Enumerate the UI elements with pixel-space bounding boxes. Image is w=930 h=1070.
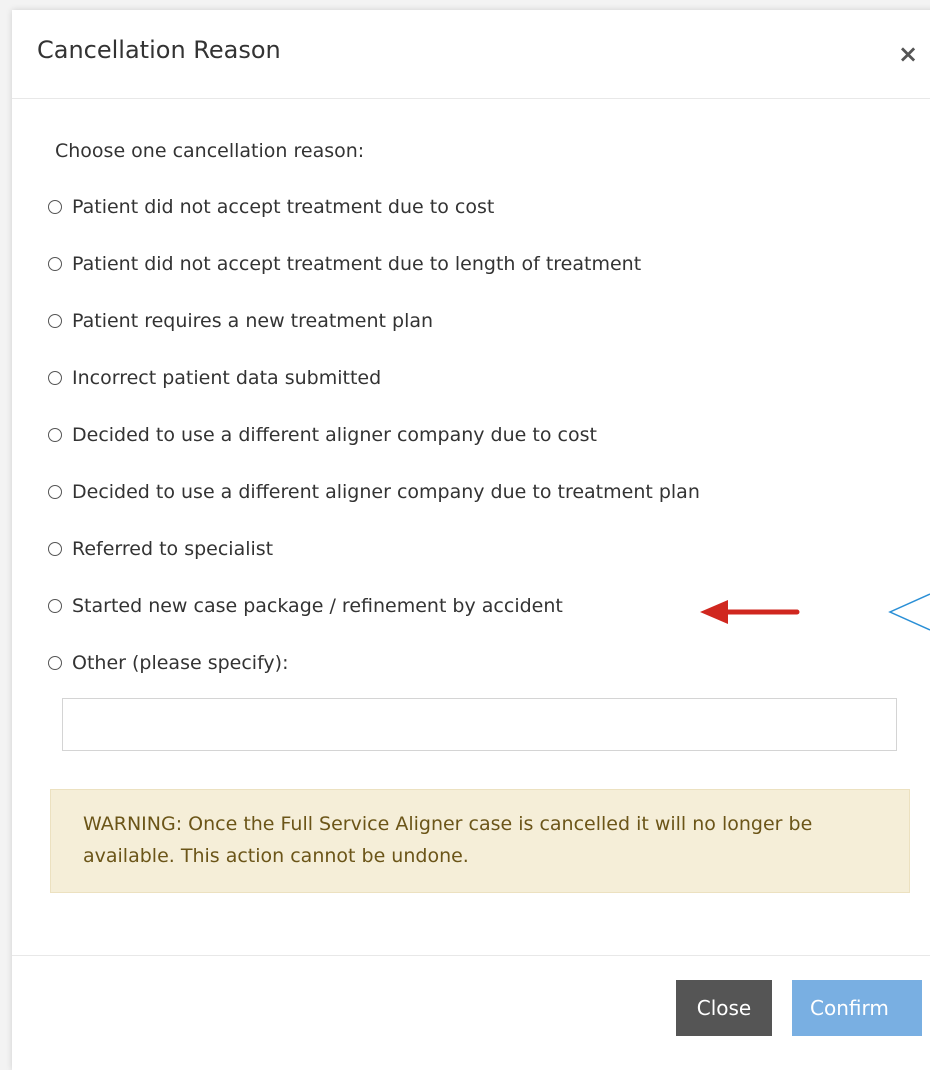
confirm-button[interactable]: Confirm [792, 980, 922, 1036]
option-length-of-treatment[interactable]: Patient did not accept treatment due to … [48, 253, 641, 275]
radio-button[interactable] [48, 428, 62, 442]
close-button[interactable]: Close [676, 980, 772, 1036]
radio-button[interactable] [48, 200, 62, 214]
radio-button[interactable] [48, 542, 62, 556]
option-new-treatment-plan[interactable]: Patient requires a new treatment plan [48, 310, 433, 332]
radio-button[interactable] [48, 656, 62, 670]
footer-divider [12, 955, 930, 956]
option-label: Other (please specify): [72, 652, 289, 674]
dialog-header: Cancellation Reason × [12, 10, 930, 99]
option-other[interactable]: Other (please specify): [48, 652, 289, 674]
option-label: Patient requires a new treatment plan [72, 310, 434, 332]
option-label: Patient did not accept treatment due to … [72, 196, 495, 218]
other-reason-input[interactable] [62, 698, 897, 751]
option-referred-specialist[interactable]: Referred to specialist [48, 538, 273, 560]
radio-button[interactable] [48, 314, 62, 328]
warning-banner: WARNING: Once the Full Service Aligner c… [50, 789, 910, 893]
option-label: Decided to use a different aligner compa… [72, 424, 597, 446]
red-arrow-icon [700, 600, 800, 624]
cancellation-dialog: Cancellation Reason × Choose one cancell… [12, 10, 930, 1070]
option-label: Referred to specialist [72, 538, 274, 560]
radio-button[interactable] [48, 257, 62, 271]
dialog-title: Cancellation Reason [37, 36, 281, 64]
reason-prompt: Choose one cancellation reason: [55, 140, 365, 162]
close-icon[interactable]: × [898, 40, 918, 68]
callout-pointer-icon [888, 593, 930, 631]
option-different-company-plan[interactable]: Decided to use a different aligner compa… [48, 481, 700, 503]
radio-button[interactable] [48, 599, 62, 613]
option-label: Patient did not accept treatment due to … [72, 253, 642, 275]
option-label: Decided to use a different aligner compa… [72, 481, 700, 503]
radio-button[interactable] [48, 371, 62, 385]
option-label: Incorrect patient data submitted [72, 367, 382, 389]
option-cost[interactable]: Patient did not accept treatment due to … [48, 196, 494, 218]
option-label: Started new case package / refinement by… [72, 595, 563, 617]
option-incorrect-data[interactable]: Incorrect patient data submitted [48, 367, 381, 389]
option-different-company-cost[interactable]: Decided to use a different aligner compa… [48, 424, 597, 446]
option-started-by-accident[interactable]: Started new case package / refinement by… [48, 595, 563, 617]
radio-button[interactable] [48, 485, 62, 499]
